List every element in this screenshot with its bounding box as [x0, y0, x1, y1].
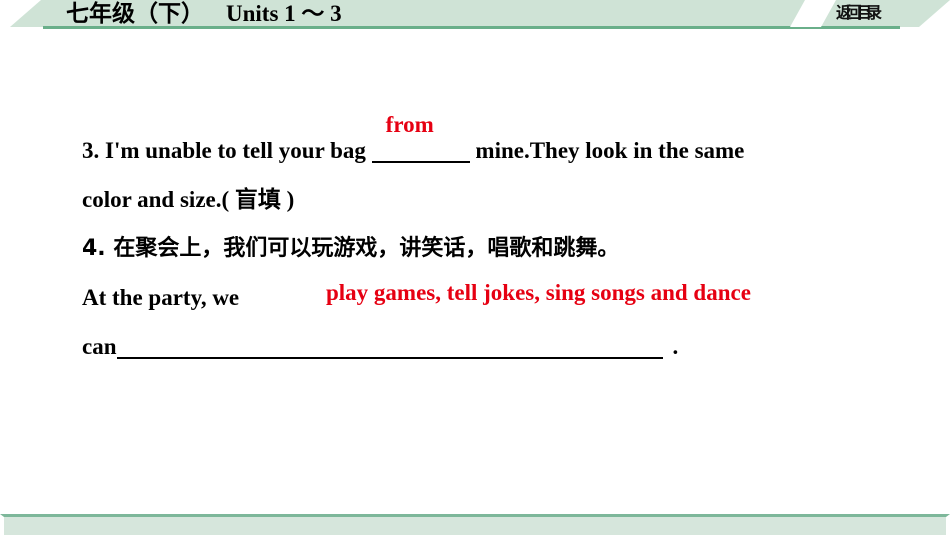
- question-3-line-2-text: color and size.( 盲填 ): [82, 187, 295, 212]
- return-to-contents-button[interactable]: 返回目录: [836, 2, 882, 26]
- question-4-answer: play games, tell jokes, sing songs and d…: [326, 280, 751, 305]
- question-4-english-start: At the party, we: [82, 285, 240, 310]
- header-units-label: Units 1 ～ 3: [226, 1, 342, 26]
- question-3-answer: from: [385, 112, 434, 137]
- question-4-can-label: can: [82, 334, 117, 359]
- question-content: 3. I'm unable to tell your bag from mine…: [82, 112, 912, 371]
- question-4-answer-line: At the party, we play games, tell jokes,…: [82, 273, 912, 322]
- question-4-chinese-text: 4. 在聚会上，我们可以玩游戏，讲笑话，唱歌和跳舞。: [82, 236, 620, 261]
- question-3-blank[interactable]: from: [371, 112, 470, 175]
- page-footer: [0, 514, 950, 535]
- question-3-line-1: 3. I'm unable to tell your bag from mine…: [82, 112, 912, 175]
- question-3-text-after: mine.They look in the same: [469, 138, 745, 163]
- question-3-line-2: color and size.( 盲填 ): [82, 175, 912, 224]
- page-title: 七年级（下） Units 1 ～ 3: [66, 0, 342, 27]
- question-3-text-before: 3. I'm unable to tell your bag: [82, 138, 372, 163]
- question-4-period: .: [672, 334, 679, 359]
- header-grade-label: 七年级（下）: [66, 1, 204, 26]
- page-header: 七年级（下） Units 1 ～ 3 返回目录: [0, 0, 950, 32]
- question-4-blank-rule[interactable]: [116, 335, 663, 359]
- question-4-chinese-prompt: 4. 在聚会上，我们可以玩游戏，讲笑话，唱歌和跳舞。: [82, 224, 912, 273]
- question-4-blank-line: can.: [82, 322, 912, 371]
